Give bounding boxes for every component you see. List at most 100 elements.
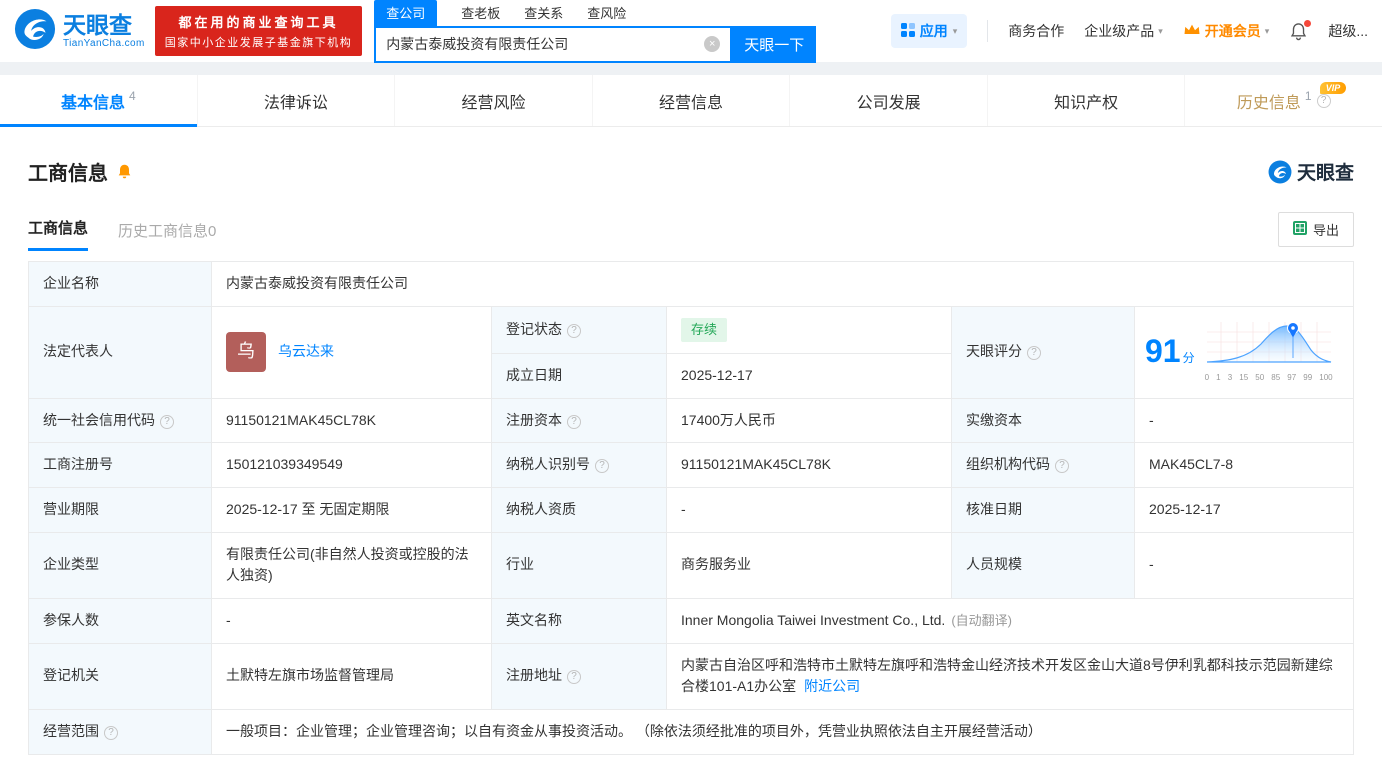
nearby-companies-link[interactable]: 附近公司: [804, 678, 860, 694]
field-value-industry: 商务服务业: [666, 531, 952, 599]
reg-capital-label-text: 注册资本: [506, 411, 562, 428]
tab-basic-info-label: 基本信息: [60, 94, 125, 112]
help-icon[interactable]: ?: [567, 414, 581, 429]
search-button[interactable]: 天眼一下: [732, 25, 817, 63]
help-icon[interactable]: ?: [1027, 346, 1041, 361]
export-label: 导出: [1312, 223, 1339, 238]
help-icon[interactable]: ?: [1055, 459, 1069, 474]
search-input[interactable]: [386, 36, 705, 52]
field-label-insured-count: 参保人数: [28, 597, 212, 644]
field-label-staff-size: 人员规模: [951, 531, 1135, 599]
taxpayer-id-label-text: 纳税人识别号: [506, 456, 590, 473]
company-detail-card: 基本信息 4 法律诉讼 经营风险 经营信息 公司发展 知识产权 历史信息 1 ?…: [0, 75, 1382, 771]
field-value-company-name: 内蒙古泰威投资有限责任公司: [211, 261, 1354, 307]
tab-legal-proceedings-label: 法律诉讼: [263, 94, 328, 112]
field-value-reg-capital: 17400万人民币: [666, 397, 952, 444]
tab-basic-info[interactable]: 基本信息 4: [0, 75, 197, 127]
field-label-business-scope: 经营范围?: [28, 709, 212, 755]
tab-intellectual-property[interactable]: 知识产权: [986, 75, 1185, 126]
table-row: 参保人数 - 英文名称 Inner Mongolia Taiwei Invest…: [28, 597, 1354, 644]
help-icon[interactable]: ?: [567, 323, 581, 338]
subscribe-bell-icon[interactable]: [116, 163, 133, 180]
search-tab-risk[interactable]: 查风险: [587, 0, 626, 26]
field-label-credit-code: 统一社会信用代码?: [28, 397, 212, 444]
nav-vip-label: 开通会员: [1204, 23, 1261, 39]
legal-rep-link[interactable]: 乌云达来: [278, 341, 334, 363]
search-tab-boss[interactable]: 查老板: [461, 0, 500, 26]
chevron-down-icon: ▾: [952, 25, 958, 36]
field-value-taxpayer-quality: -: [666, 486, 952, 533]
score-value: 91 分: [1145, 327, 1195, 377]
brand-domain: TianYanCha.com: [63, 37, 145, 49]
field-label-reg-address: 注册地址?: [491, 642, 667, 711]
field-label-taxpayer-quality: 纳税人资质: [491, 486, 667, 533]
search-tabs: 查公司 查老板 查关系 查风险: [374, 0, 816, 26]
help-icon[interactable]: ?: [1316, 93, 1331, 108]
table-row: 企业类型 有限责任公司(非自然人投资或控股的法人独资) 行业 商务服务业 人员规…: [28, 531, 1354, 599]
score-unit: 分: [1182, 351, 1195, 366]
tab-operation-info-label: 经营信息: [659, 94, 724, 112]
tab-company-development[interactable]: 公司发展: [789, 75, 987, 126]
field-value-reg-number: 150121039349549: [211, 442, 492, 488]
subtab-business-info[interactable]: 工商信息: [28, 217, 89, 251]
notification-bell-icon[interactable]: [1289, 19, 1312, 41]
tab-intellectual-property-label: 知识产权: [1054, 94, 1119, 112]
search-tab-company[interactable]: 查公司: [374, 0, 438, 26]
nav-open-vip[interactable]: 开通会员 ▾: [1183, 21, 1270, 41]
search-tab-relation[interactable]: 查关系: [524, 0, 563, 26]
search-field: ×: [374, 25, 733, 63]
reg-address-label-text: 注册地址: [506, 667, 562, 684]
field-value-org-code: MAK45CL7-8: [1134, 442, 1354, 488]
tab-history-info[interactable]: 历史信息 1 ? VIP: [1184, 75, 1382, 126]
field-value-business-term: 2025-12-17 至 无固定期限: [211, 486, 492, 533]
legal-rep-avatar[interactable]: 乌: [226, 332, 266, 373]
field-value-approval-date: 2025-12-17: [1134, 486, 1354, 533]
score-axis-label: 97: [1287, 372, 1297, 382]
table-row: 统一社会信用代码? 91150121MAK45CL78K 注册资本? 17400…: [28, 397, 1354, 444]
table-row: 企业名称 内蒙古泰威投资有限责任公司: [28, 261, 1354, 307]
field-value-legal-rep: 乌 乌云达来: [211, 305, 492, 399]
field-label-company-name: 企业名称: [28, 261, 212, 307]
field-label-org-code: 组织机构代码?: [951, 442, 1135, 488]
help-icon[interactable]: ?: [104, 726, 118, 741]
tianyancha-logo[interactable]: 天眼查 TianYanCha.com: [14, 8, 145, 55]
top-nav: 应用 ▾ 商务合作 企业级产品 ▾ 开通会员 ▾ 超级...: [890, 14, 1368, 48]
field-label-english-name: 英文名称: [491, 597, 667, 644]
business-info-table: 企业名称 内蒙古泰威投资有限责任公司 法定代表人 乌 乌云达来 登记状态? 存续: [28, 261, 1354, 755]
nav-cooperation[interactable]: 商务合作: [1008, 21, 1064, 41]
export-button[interactable]: 导出: [1277, 212, 1354, 247]
help-icon[interactable]: ?: [595, 459, 609, 474]
nav-enterprise-products[interactable]: 企业级产品 ▾: [1084, 21, 1163, 41]
tab-history-info-count: 1: [1304, 88, 1312, 103]
apps-menu[interactable]: 应用 ▾: [890, 14, 968, 48]
watermark-text: 天眼查: [1296, 163, 1354, 184]
page-gap: [0, 62, 1382, 75]
tab-legal-proceedings[interactable]: 法律诉讼: [196, 75, 395, 126]
help-icon[interactable]: ?: [567, 670, 581, 685]
excel-icon: [1292, 221, 1307, 238]
tab-operation-risk[interactable]: 经营风险: [394, 75, 592, 126]
detail-tab-bar: 基本信息 4 法律诉讼 经营风险 经营信息 公司发展 知识产权 历史信息 1 ?…: [0, 75, 1382, 127]
clear-search-icon[interactable]: ×: [704, 36, 721, 52]
field-value-english-name: Inner Mongolia Taiwei Investment Co., Lt…: [666, 597, 1354, 644]
subtab-history-business-info[interactable]: 历史工商信息0: [118, 220, 216, 251]
tab-operation-info[interactable]: 经营信息: [591, 75, 790, 126]
brand-name: 天眼查: [63, 12, 132, 39]
score-axis-label: 99: [1303, 372, 1313, 382]
reg-status-label-text: 登记状态: [506, 320, 562, 337]
english-name-text: Inner Mongolia Taiwei Investment Co., Lt…: [681, 611, 946, 628]
field-label-reg-status: 登记状态?: [491, 305, 667, 354]
status-badge: 存续: [681, 317, 728, 342]
score-axis-label: 50: [1255, 372, 1265, 382]
score-axis-label: 15: [1239, 372, 1249, 382]
chevron-down-icon: ▾: [1264, 25, 1270, 36]
score-chart: 0 1 3 15 50 85 97 99 100: [1205, 320, 1333, 384]
field-value-company-type: 有限责任公司(非自然人投资或控股的法人独资): [211, 531, 492, 599]
search-area: 查公司 查老板 查关系 查风险 × 天眼一下: [374, 0, 817, 63]
field-label-reg-capital: 注册资本?: [491, 397, 667, 444]
help-icon[interactable]: ?: [160, 414, 174, 429]
apps-grid-icon: [900, 22, 915, 40]
field-label-reg-number: 工商注册号: [28, 442, 212, 488]
field-value-score: 91 分 0 1 3 15 50 85 97 99 100: [1134, 305, 1354, 399]
nav-super-member[interactable]: 超级...: [1328, 21, 1368, 41]
